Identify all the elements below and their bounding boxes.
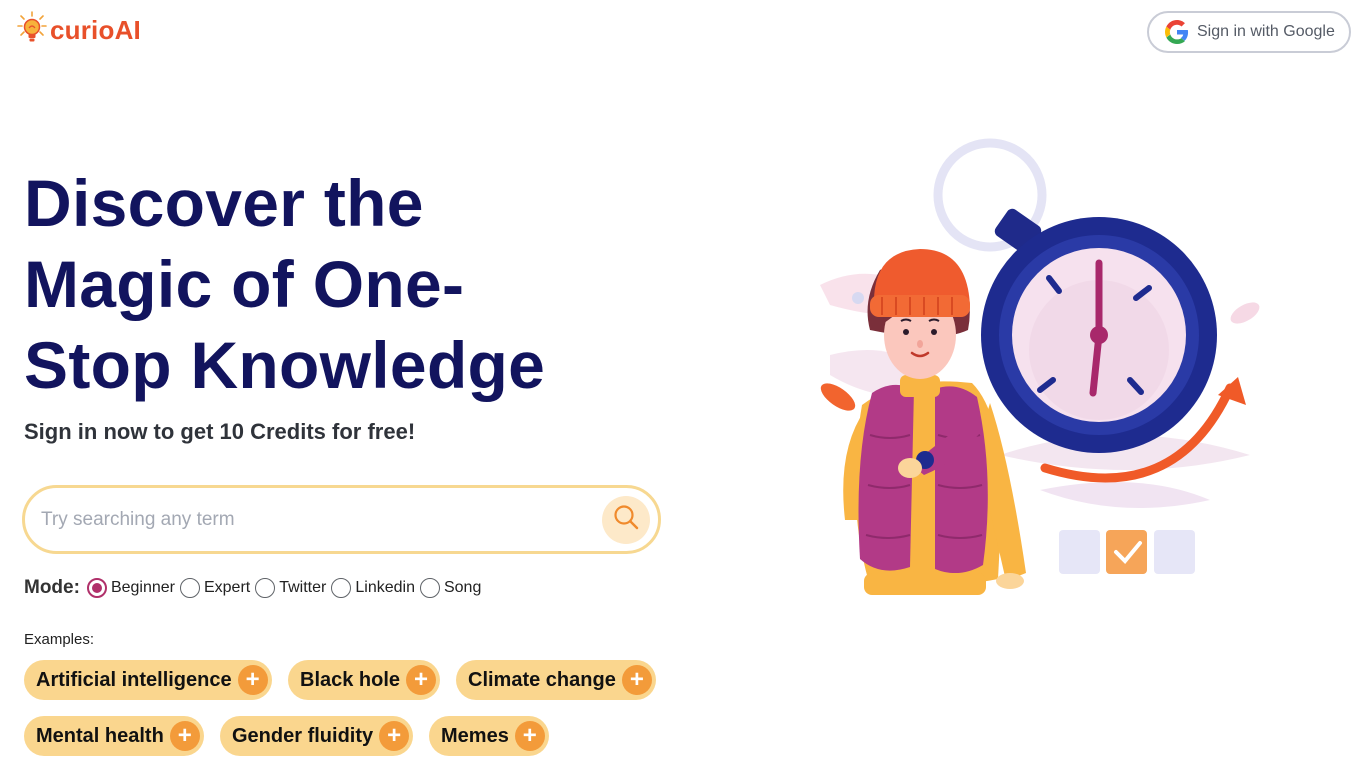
- plus-icon: +: [621, 665, 652, 695]
- mode-label: Mode:: [24, 577, 80, 598]
- radio-twitter[interactable]: [255, 578, 276, 598]
- example-chip-black-hole[interactable]: Black hole +: [288, 660, 441, 700]
- mode-option-beginner[interactable]: Beginner: [86, 578, 175, 598]
- google-signin-label: Sign in with Google: [1197, 23, 1335, 40]
- plus-icon: +: [237, 665, 268, 695]
- chip-label: Artificial intelligence: [36, 668, 232, 691]
- mode-selector: Mode: Beginner Expert Twitter Linkedin S…: [24, 577, 486, 599]
- radio-beginner[interactable]: [86, 578, 107, 598]
- google-signin-button[interactable]: Sign in with Google: [1147, 11, 1351, 53]
- plus-icon: +: [379, 721, 410, 751]
- title-line: Magic of One-: [24, 247, 465, 321]
- mode-option-label: Song: [443, 579, 482, 596]
- example-chip-memes[interactable]: Memes +: [429, 716, 549, 756]
- chip-label: Gender fluidity: [232, 724, 374, 747]
- mode-option-label: Beginner: [110, 579, 175, 596]
- plus-icon: +: [169, 721, 200, 751]
- chip-label: Climate change: [468, 668, 616, 691]
- example-chip-artificial-intelligence[interactable]: Artificial intelligence +: [24, 660, 272, 700]
- search-bar: [22, 485, 661, 554]
- stopwatch-woman-illustration: [800, 135, 1270, 615]
- mode-option-label: Twitter: [279, 579, 327, 596]
- radio-expert[interactable]: [179, 578, 200, 598]
- mode-option-linkedin[interactable]: Linkedin: [331, 578, 415, 598]
- mode-option-expert[interactable]: Expert: [179, 578, 251, 598]
- subtitle: Sign in now to get 10 Credits for free!: [24, 419, 416, 444]
- example-chip-gender-fluidity[interactable]: Gender fluidity +: [220, 716, 414, 756]
- example-chip-mental-health[interactable]: Mental health +: [24, 716, 204, 756]
- mode-option-label: Expert: [203, 579, 251, 596]
- page-title: Discover the Magic of One- Stop Knowledg…: [24, 163, 664, 406]
- title-line: Stop Knowledge: [24, 328, 546, 402]
- search-icon: [612, 503, 640, 536]
- chip-label: Mental health: [36, 724, 164, 747]
- google-icon: [1165, 20, 1189, 44]
- mode-option-label: Linkedin: [355, 579, 415, 596]
- radio-linkedin[interactable]: [331, 578, 352, 598]
- plus-icon: +: [514, 721, 545, 751]
- mode-option-song[interactable]: Song: [419, 578, 482, 598]
- example-chip-climate-change[interactable]: Climate change +: [456, 660, 656, 700]
- logo[interactable]: curioAI: [16, 10, 141, 51]
- chip-label: Black hole: [300, 668, 401, 691]
- search-input[interactable]: [41, 508, 602, 531]
- lightbulb-icon: [16, 10, 48, 51]
- logo-text: curioAI: [50, 15, 141, 45]
- chip-label: Memes: [441, 724, 509, 747]
- examples-label: Examples:: [24, 631, 95, 648]
- title-line: Discover the: [24, 166, 424, 240]
- radio-song[interactable]: [419, 578, 440, 598]
- search-button[interactable]: [602, 495, 650, 544]
- plus-icon: +: [406, 665, 437, 695]
- mode-option-twitter[interactable]: Twitter: [255, 578, 326, 598]
